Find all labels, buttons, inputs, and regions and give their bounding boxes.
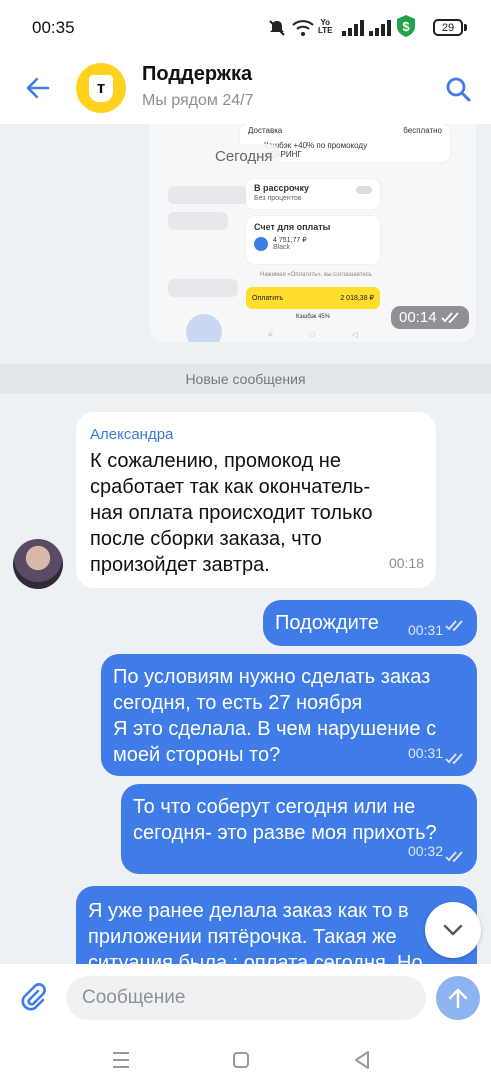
double-check-icon xyxy=(440,312,459,323)
image-timestamp: 00:14 xyxy=(391,306,469,329)
sender-name: Александра xyxy=(90,426,174,443)
message-text: Я уже ранее делала заказ как то в прилож… xyxy=(88,898,423,964)
message-time: 00:31 xyxy=(407,622,443,638)
svg-text:$: $ xyxy=(402,19,410,34)
blurred-row xyxy=(168,212,228,230)
shot-installment-card: В рассрочку Без процентов xyxy=(246,179,380,209)
shot-navbar: ≡ □ ◁ xyxy=(268,330,358,339)
shot-cashback: Кэшбэк 45% xyxy=(296,314,331,320)
blurred-circle xyxy=(186,314,222,342)
shot-pay-amount: 2 018,38 ₽ xyxy=(340,295,374,302)
message-line: сработает так как окончатель- xyxy=(90,476,371,498)
shot-pay-label: Оплатить xyxy=(252,294,284,302)
double-check-icon xyxy=(445,753,463,764)
chat-area[interactable]: Доставка бесплатно Кэшбэк +40% по промоко… xyxy=(0,124,491,964)
message-line: Я уже ранее делала заказ как то в xyxy=(88,900,409,922)
message-line: приложении пятёрочка. Такая же xyxy=(88,926,397,948)
back-arrow-icon[interactable] xyxy=(24,74,52,102)
new-messages-divider: Новые сообщения xyxy=(0,364,491,394)
message-time: 00:32 xyxy=(407,843,443,859)
battery-icon: 29 xyxy=(433,19,463,36)
shot-delivery-label: Доставка xyxy=(248,126,283,135)
message-line: Я это сделала. В чем нарушение с xyxy=(113,718,437,740)
menu-icon[interactable] xyxy=(111,1051,131,1069)
shot-account-card: Счет для оплаты 4 751,77 ₽ Black xyxy=(246,216,380,264)
network-type-icon: Yo LTE xyxy=(318,18,333,35)
message-text: К сожалению, промокод не сработает так к… xyxy=(90,448,373,578)
message-line: К сожалению, промокод не xyxy=(90,450,341,472)
message-line: сегодня- это разве моя прихоть? xyxy=(133,822,437,844)
home-icon[interactable] xyxy=(232,1051,250,1069)
message-time: 00:18 xyxy=(388,555,424,571)
message-line: сегодня, то есть 27 ноября xyxy=(113,692,363,714)
shot-delivery-value: бесплатно xyxy=(403,126,442,135)
message-outgoing[interactable]: Я уже ранее делала заказ как то в прилож… xyxy=(76,886,477,964)
message-line: То что соберут сегодня или не xyxy=(133,796,416,818)
message-line: ситуация была : оплата сегодня. Но xyxy=(88,952,423,964)
attach-icon[interactable] xyxy=(18,982,48,1012)
message-line: По условиям нужно сделать заказ xyxy=(113,666,431,688)
mute-icon xyxy=(268,19,286,37)
shot-pay-button: Оплатить 2 018,38 ₽ xyxy=(246,287,380,309)
message-text: По условиям нужно сделать заказ сегодня,… xyxy=(113,664,436,768)
message-incoming[interactable]: Александра К сожалению, промокод не сраб… xyxy=(76,412,436,588)
bank-logo-icon: т xyxy=(89,74,113,102)
wifi-icon xyxy=(292,19,314,37)
message-time: 00:31 xyxy=(407,745,443,761)
status-bar: 00:35 Yo LTE $ 29 xyxy=(0,0,491,56)
shot-agree-text: Нажимая «Оплатить», вы соглашаетесь xyxy=(260,272,372,278)
message-line: после сборки заказа, что xyxy=(90,528,322,550)
dollar-shield-icon: $ xyxy=(396,15,416,37)
blurred-row xyxy=(168,186,248,204)
double-check-icon xyxy=(445,851,463,862)
status-time: 00:35 xyxy=(32,18,75,37)
send-button[interactable] xyxy=(436,976,480,1020)
message-line: произойдет завтра. xyxy=(90,554,270,576)
shot-account-title: Счет для оплаты xyxy=(254,222,331,232)
shot-account-name: Black xyxy=(273,244,291,251)
support-avatar[interactable]: т xyxy=(76,63,126,113)
message-outgoing[interactable]: То что соберут сегодня или не сегодня- э… xyxy=(121,784,477,874)
message-input[interactable] xyxy=(66,976,426,1020)
send-arrow-icon xyxy=(448,988,468,1009)
message-line: моей стороны то? xyxy=(113,744,281,766)
scroll-down-button[interactable] xyxy=(425,902,481,958)
double-check-icon xyxy=(445,620,463,631)
chevron-down-icon xyxy=(443,924,463,936)
back-nav-icon[interactable] xyxy=(352,1050,372,1070)
message-outgoing[interactable]: Подождите 00:31 xyxy=(263,600,477,646)
message-text: То что соберут сегодня или не сегодня- э… xyxy=(133,794,437,846)
date-chip: Сегодня xyxy=(207,144,281,169)
signal-2-icon xyxy=(369,19,391,37)
search-icon[interactable] xyxy=(444,75,472,103)
shot-installment-sub: Без процентов xyxy=(254,195,302,202)
image-time-text: 00:14 xyxy=(399,309,437,326)
blurred-row xyxy=(168,279,238,297)
battery-tip xyxy=(464,24,467,31)
message-outgoing[interactable]: По условиям нужно сделать заказ сегодня,… xyxy=(101,654,477,776)
sender-avatar[interactable] xyxy=(13,539,63,589)
chat-subtitle: Мы рядом 24/7 xyxy=(142,92,254,109)
chat-title: Поддержка xyxy=(142,63,253,85)
signal-icon xyxy=(342,19,364,37)
message-text: Подождите xyxy=(275,612,379,634)
message-line: ная оплата происходит только xyxy=(90,502,373,524)
system-nav-bar xyxy=(0,1030,491,1090)
shot-toggle xyxy=(356,186,372,194)
ruble-icon xyxy=(254,236,268,251)
shot-account-amount: 4 751,77 ₽ xyxy=(273,237,307,244)
